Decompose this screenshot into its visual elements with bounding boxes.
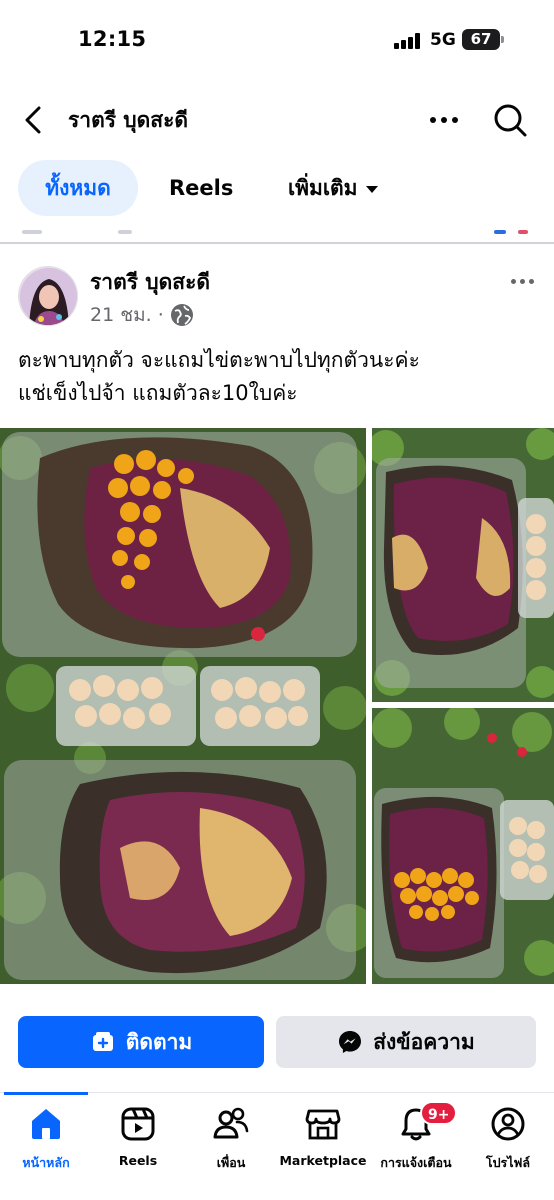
- nav-label: เพื่อน: [216, 1155, 246, 1170]
- marketplace-icon: [305, 1109, 341, 1140]
- meta-separator: ·: [157, 304, 164, 326]
- post-meta: 21 ชม. ·: [90, 300, 194, 330]
- nav-label: Marketplace: [279, 1153, 367, 1168]
- section-divider: [0, 230, 554, 244]
- status-time: 12:15: [78, 27, 147, 51]
- signal-icon: [394, 33, 422, 49]
- messenger-icon: [339, 1031, 362, 1053]
- back-button[interactable]: [14, 100, 54, 140]
- globe-icon: [170, 304, 193, 326]
- post-text: ตะพาบทุกตัว จะแถมไข่ตะพาบไปทุกตัวนะค่ะ แ…: [18, 344, 538, 410]
- avatar-image: [19, 267, 77, 325]
- post-options-button[interactable]: [506, 270, 538, 292]
- follow-button[interactable]: ติดตาม: [18, 1016, 264, 1068]
- notification-badge: 9+: [420, 1101, 458, 1125]
- post-photo[interactable]: [0, 428, 366, 984]
- caret-down-icon: [365, 185, 378, 193]
- follow-label: ติดตาม: [125, 1029, 193, 1054]
- status-bar: 12:15 5G 67: [0, 0, 554, 80]
- nav-notifications[interactable]: 9+ การแจ้งเตือน: [366, 1101, 466, 1175]
- nav-reels[interactable]: Reels: [88, 1105, 188, 1175]
- battery-cap: [501, 36, 504, 43]
- nav-marketplace[interactable]: Marketplace: [273, 1105, 373, 1175]
- post-author[interactable]: ราตรี บุดสะดี: [90, 266, 210, 299]
- post-photo-image: [372, 708, 554, 984]
- nav-friends[interactable]: เพื่อน: [181, 1105, 281, 1175]
- post-photo[interactable]: [372, 708, 554, 984]
- battery-level: 67: [470, 30, 492, 48]
- nav-label: การแจ้งเตือน: [380, 1155, 452, 1170]
- profile-icon: [491, 1107, 525, 1141]
- more-options-button[interactable]: [424, 102, 464, 138]
- post-text-line: แช่เข็งไปจ้า แถมตัวละ10ใบค่ะ: [18, 381, 298, 405]
- tab-more-label: เพิ่มเติม: [288, 176, 358, 200]
- tab-reels[interactable]: Reels: [169, 160, 233, 216]
- active-tab-indicator: [4, 1092, 88, 1095]
- tab-all[interactable]: ทั้งหมด: [18, 160, 138, 216]
- nav-label: Reels: [118, 1153, 158, 1168]
- page-title: ราตรี บุดสะดี: [68, 108, 189, 132]
- post-photo[interactable]: [372, 428, 554, 702]
- search-icon: [494, 104, 527, 137]
- message-label: ส่งข้อความ: [373, 1029, 475, 1054]
- nav-label: หน้าหลัก: [22, 1155, 70, 1170]
- message-button[interactable]: ส่งข้อความ: [276, 1016, 536, 1068]
- post-photo-image: [372, 428, 554, 702]
- post-text-line: ตะพาบทุกตัว จะแถมไข่ตะพาบไปทุกตัวนะค่ะ: [18, 348, 420, 372]
- post-photo-image: [0, 428, 366, 984]
- tab-more[interactable]: เพิ่มเติม: [288, 160, 378, 216]
- post-time[interactable]: 21 ชม.: [90, 300, 152, 330]
- nav-profile[interactable]: โปรไฟล์: [458, 1105, 554, 1175]
- avatar[interactable]: [18, 266, 78, 326]
- search-button[interactable]: [488, 98, 532, 142]
- network-type: 5G: [430, 30, 456, 50]
- bottom-navigation: หน้าหลัก Reels เพื่อน Marketplace 9+ การ…: [0, 1092, 554, 1200]
- home-icon: [32, 1109, 60, 1139]
- page-header: ราตรี บุดสะดี: [0, 90, 554, 150]
- follow-icon: [92, 1032, 113, 1051]
- friends-icon: [213, 1107, 249, 1139]
- nav-home[interactable]: หน้าหลัก: [0, 1105, 96, 1175]
- reels-icon: [121, 1107, 155, 1141]
- profile-tabs: ทั้งหมด Reels เพิ่มเติม: [0, 160, 554, 216]
- nav-label: โปรไฟล์: [485, 1155, 531, 1170]
- back-arrow-icon: [25, 106, 41, 134]
- battery-icon: 67: [462, 29, 500, 50]
